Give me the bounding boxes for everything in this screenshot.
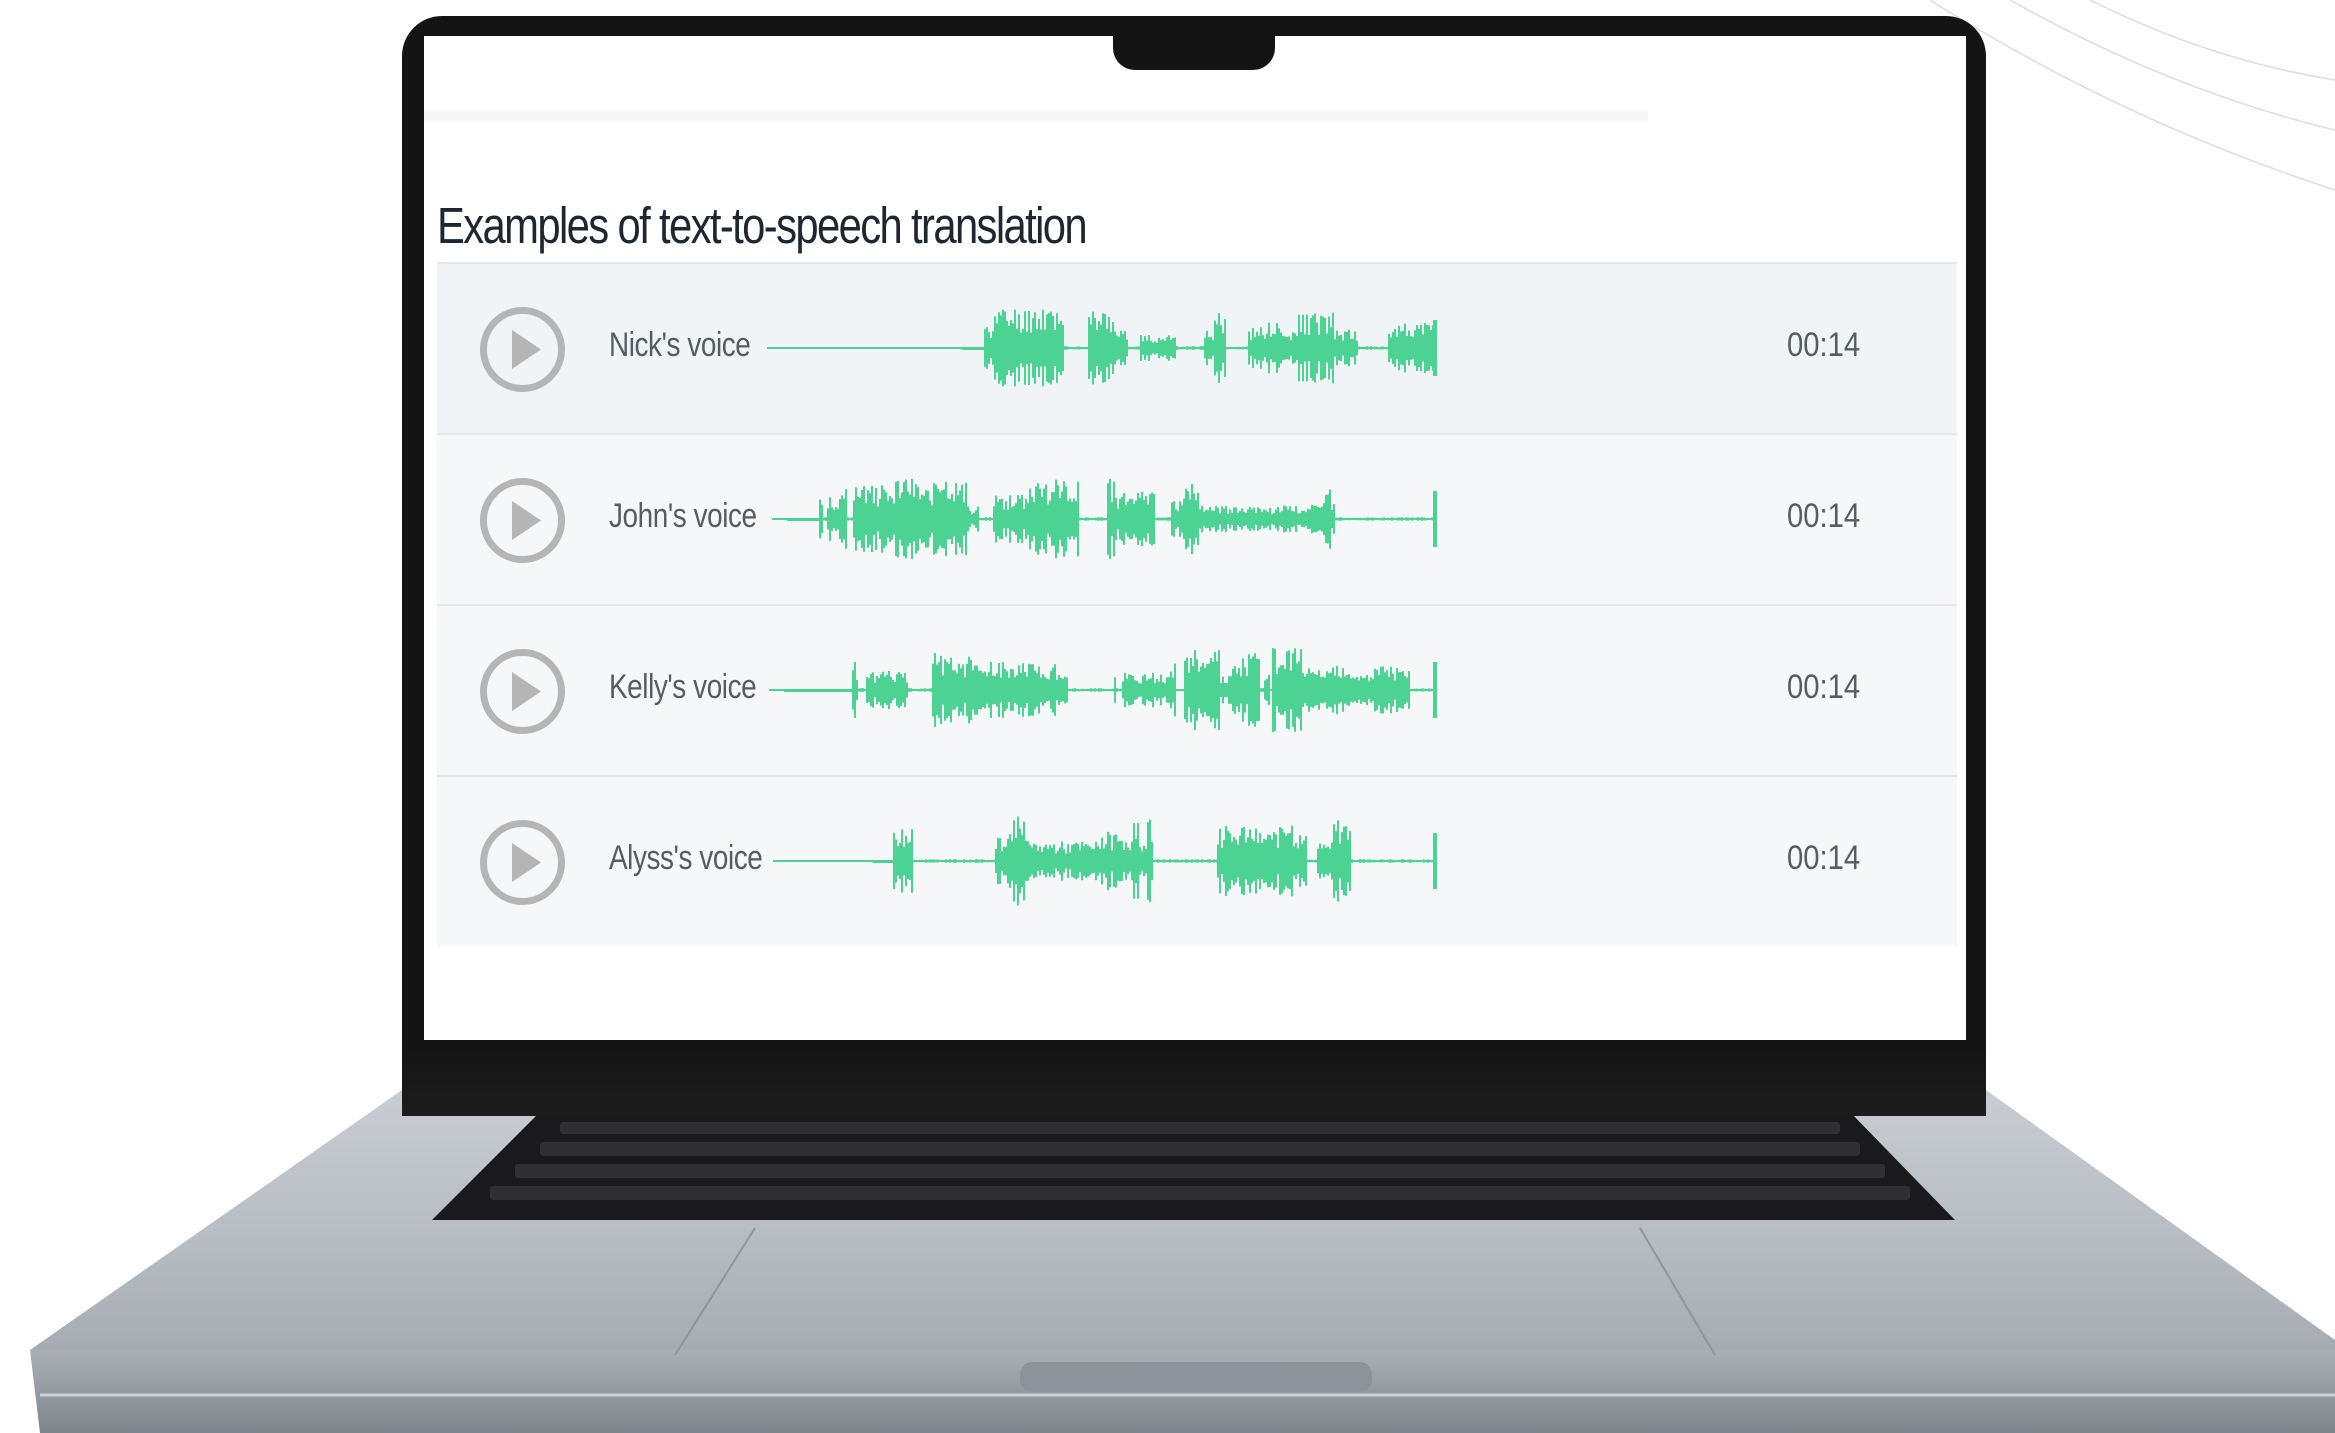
track-list: Nick's voice 00:14 John's voice 00:14 Ke… xyxy=(437,262,1957,946)
track-label: Nick's voice xyxy=(609,326,751,364)
track-duration: 00:14 xyxy=(1787,668,1861,706)
track-row-john: John's voice 00:14 xyxy=(437,433,1957,604)
track-label: Kelly's voice xyxy=(609,668,757,706)
track-row-nick: Nick's voice 00:14 xyxy=(437,262,1957,433)
laptop-bezel xyxy=(402,1040,1986,1116)
play-icon xyxy=(480,478,565,563)
track-row-kelly: Kelly's voice 00:14 xyxy=(437,604,1957,775)
track-duration: 00:14 xyxy=(1787,497,1861,535)
waveform[interactable] xyxy=(773,811,1437,911)
waveform[interactable] xyxy=(767,298,1437,398)
top-divider xyxy=(424,110,1648,122)
track-duration: 00:14 xyxy=(1787,839,1861,877)
play-button[interactable] xyxy=(479,819,566,906)
track-row-alyss: Alyss's voice 00:14 xyxy=(437,775,1957,946)
play-button[interactable] xyxy=(479,306,566,393)
play-button[interactable] xyxy=(479,477,566,564)
play-icon xyxy=(480,649,565,734)
waveform[interactable] xyxy=(772,469,1437,569)
play-button[interactable] xyxy=(479,648,566,735)
track-label: Alyss's voice xyxy=(609,839,763,877)
play-icon xyxy=(480,820,565,905)
camera-notch xyxy=(1113,28,1275,70)
waveform[interactable] xyxy=(769,640,1437,740)
track-duration: 00:14 xyxy=(1787,326,1861,364)
play-icon xyxy=(480,307,565,392)
page-title: Examples of text-to-speech translation xyxy=(437,197,1088,254)
track-label: John's voice xyxy=(609,497,757,535)
laptop-screen: Examples of text-to-speech translation N… xyxy=(424,36,1966,1040)
